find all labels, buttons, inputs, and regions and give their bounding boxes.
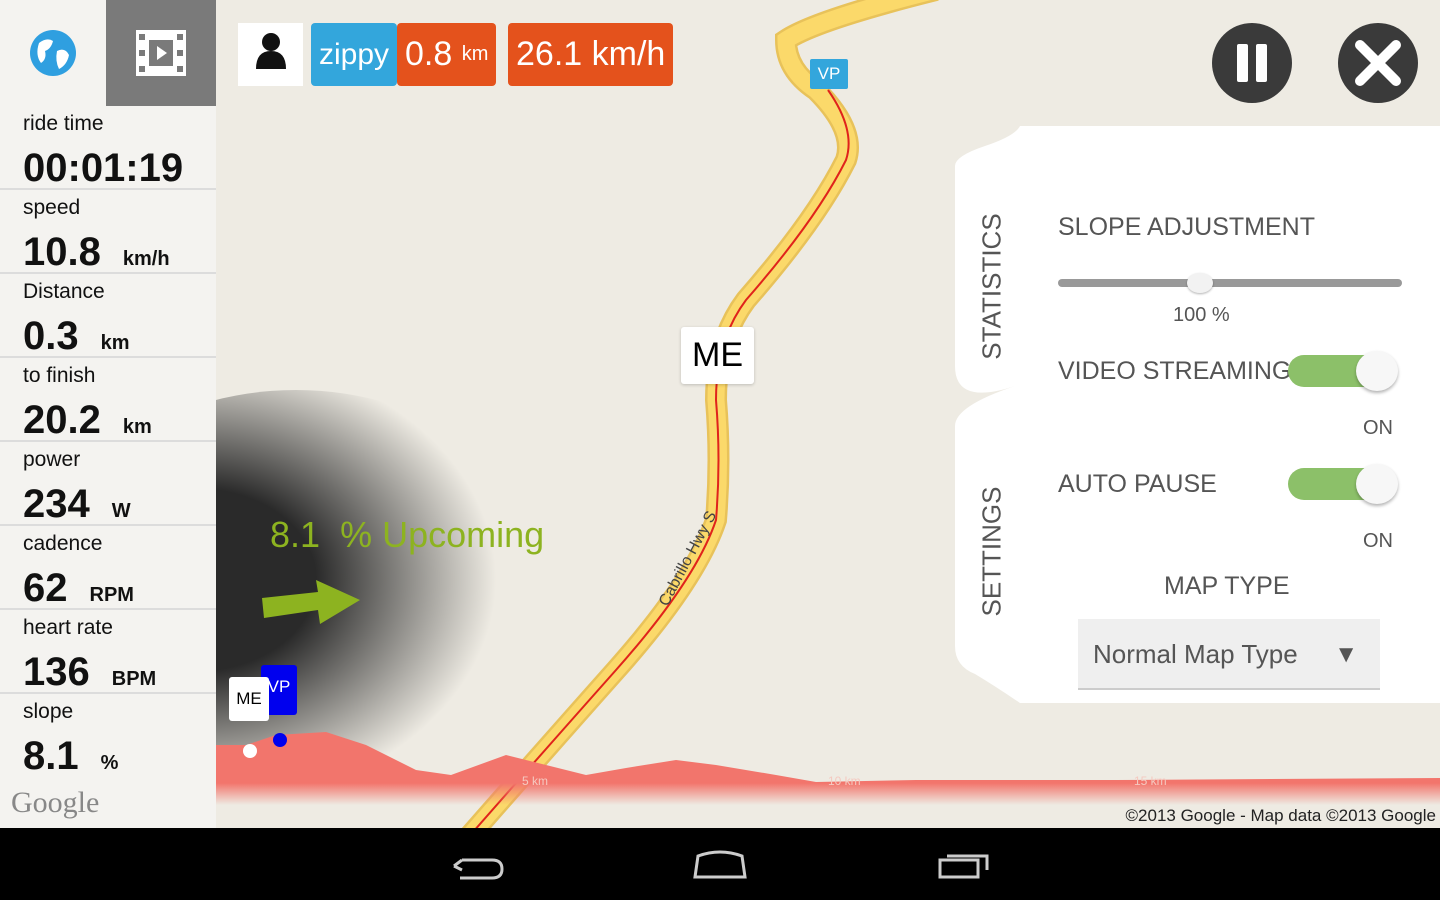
user-avatar: [238, 23, 303, 86]
tab-settings[interactable]: SETTINGS: [977, 472, 1008, 632]
stat-label: cadence: [23, 532, 103, 555]
profile-mark: 15 km: [1134, 774, 1167, 788]
slope-adjustment-label: SLOPE ADJUSTMENT: [1058, 213, 1315, 241]
slope-value: 100 %: [1173, 304, 1230, 326]
me-marker[interactable]: ME: [681, 327, 754, 384]
tab-statistics[interactable]: STATISTICS: [977, 207, 1008, 367]
stat-unit: km: [100, 332, 130, 354]
stat-unit: RPM: [89, 584, 134, 606]
stat-value: 234 W: [23, 482, 131, 526]
stat-power: power 234 W: [0, 442, 216, 526]
stat-value: 20.2 km: [23, 398, 152, 442]
settings-panel: STATISTICS SETTINGS SLOPE ADJUSTMENT 100…: [955, 126, 1440, 703]
recent-apps-icon[interactable]: [937, 850, 993, 880]
stat-value: 8.1%: [23, 734, 119, 778]
back-icon[interactable]: [450, 852, 506, 882]
video-streaming-toggle[interactable]: [1288, 351, 1398, 391]
profile-me-marker: ME: [229, 677, 269, 721]
vp-marker[interactable]: VP: [810, 59, 848, 89]
stats-sidebar: ride time 00:01:19 speed 10.8 km/h Distance 0.…: [0, 0, 216, 828]
auto-pause-label: AUTO PAUSE: [1058, 470, 1217, 498]
stat-cadence: cadence 62 RPM: [0, 526, 216, 610]
stat-label: Distance: [23, 280, 105, 303]
stat-ride-time: ride time 00:01:19: [0, 106, 216, 190]
stat-value: 00:01:19: [23, 146, 184, 190]
pause-button[interactable]: [1212, 23, 1292, 103]
stat-label: slope: [23, 700, 74, 723]
video-streaming-label: VIDEO STREAMING: [1058, 357, 1292, 385]
stat-label: power: [23, 448, 81, 471]
map-type-label: MAP TYPE: [1164, 572, 1290, 600]
stat-slope: slope 8.1%: [0, 694, 216, 778]
map-type-dropdown[interactable]: Normal Map Type ▼: [1078, 619, 1380, 690]
road: [461, 0, 939, 828]
close-button[interactable]: [1338, 23, 1418, 103]
stat-unit: km: [122, 416, 152, 438]
map-type-value: Normal Map Type: [1093, 639, 1298, 669]
tab-map[interactable]: [0, 0, 106, 106]
stat-value: 136 BPM: [23, 650, 157, 694]
stat-value: 10.8 km/h: [23, 230, 170, 274]
distance-chip: 0.8 km: [397, 23, 497, 86]
stat-unit: BPM: [111, 668, 157, 690]
stat-unit: %: [100, 752, 119, 774]
stat-label: to finish: [23, 364, 96, 387]
person-icon: [256, 33, 286, 69]
stat-label: ride time: [23, 112, 104, 135]
profile-mark: 5 km: [522, 774, 549, 788]
film-icon: [136, 30, 186, 76]
google-logo: Google: [11, 786, 100, 819]
profile-mark: 10 km: [828, 774, 861, 788]
copyright: ©2013 Google - Map data ©2013 Google: [1125, 806, 1436, 825]
stat-speed: speed 10.8 km/h: [0, 190, 216, 274]
stat-label: heart rate: [23, 616, 113, 639]
arrow-right-icon: [262, 580, 360, 624]
globe-icon: [30, 30, 76, 76]
stat-value: 0.3 km: [23, 314, 130, 358]
stat-heart-rate: heart rate 136 BPM: [0, 610, 216, 694]
tab-video[interactable]: [106, 0, 216, 106]
android-nav-bar: [0, 828, 1440, 900]
user-name-chip: zippy: [311, 23, 398, 86]
home-icon[interactable]: [692, 850, 748, 880]
dropdown-arrow-icon: ▼: [1334, 641, 1358, 668]
close-icon: [1355, 40, 1401, 86]
slider-thumb[interactable]: [1187, 273, 1213, 293]
slope-slider[interactable]: [1058, 273, 1402, 293]
auto-pause-state: ON: [1363, 530, 1393, 552]
auto-pause-toggle[interactable]: [1288, 464, 1398, 504]
video-streaming-state: ON: [1363, 417, 1393, 439]
upcoming-slope: 8.1 % Upcoming: [270, 514, 545, 555]
stat-to-finish: to finish 20.2 km: [0, 358, 216, 442]
speed-chip: 26.1 km/h: [508, 23, 674, 86]
stat-unit: km/h: [122, 248, 170, 270]
stat-unit: W: [111, 500, 131, 522]
stat-value: 62 RPM: [23, 566, 134, 610]
stat-label: speed: [23, 196, 81, 219]
stat-distance: Distance 0.3 km: [0, 274, 216, 358]
